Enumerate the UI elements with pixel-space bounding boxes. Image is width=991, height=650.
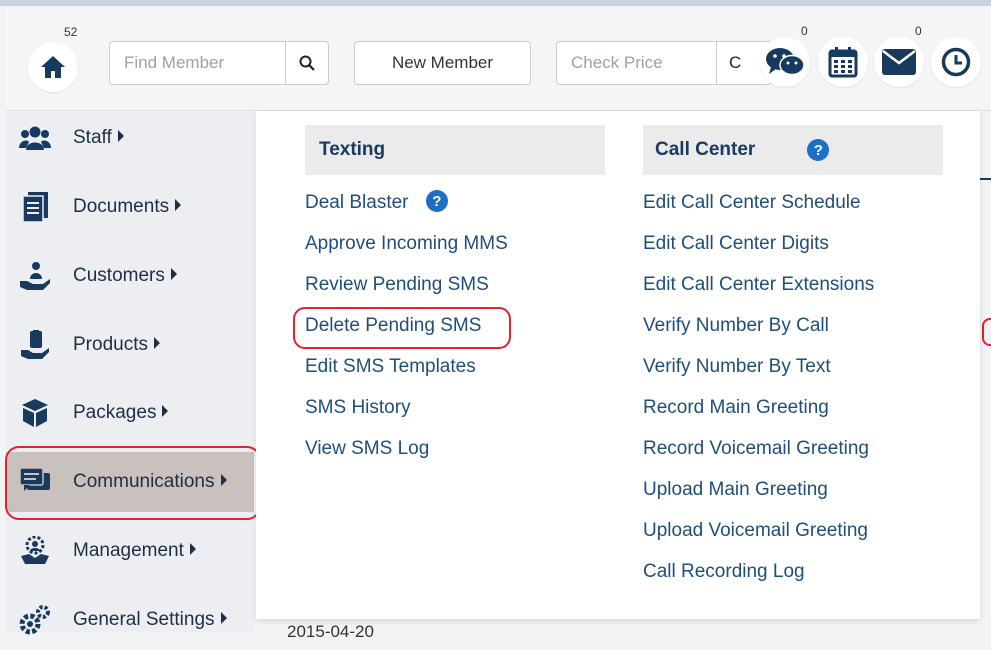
home-badge: 52 <box>64 25 78 39</box>
sidebar-item-management[interactable]: Management <box>6 521 254 581</box>
new-member-button[interactable]: New Member <box>354 41 531 85</box>
call-center-header-label: Call Center <box>655 139 756 160</box>
customer-hand-icon <box>19 260 51 292</box>
caret-right-icon <box>117 129 124 142</box>
deal-blaster-help-icon[interactable]: ? <box>425 190 448 212</box>
home-icon <box>41 56 65 78</box>
communications-highlight <box>5 446 261 520</box>
menu-item-upload-voicemail-greeting[interactable]: Upload Voicemail Greeting <box>643 520 868 542</box>
menu-item-verify-number-by-call[interactable]: Verify Number By Call <box>643 315 829 337</box>
package-icon <box>19 397 51 429</box>
texting-header: Texting <box>305 125 605 175</box>
calendar-button[interactable] <box>818 37 868 87</box>
sidebar-item-documents[interactable]: Documents <box>6 177 254 237</box>
gears-icon <box>19 604 51 636</box>
menu-item-call-recording-log[interactable]: Call Recording Log <box>643 561 805 583</box>
menu-item-verify-number-by-text[interactable]: Verify Number By Text <box>643 356 831 378</box>
sidebar-item-customers[interactable]: Customers <box>6 246 254 306</box>
sidebar-item-label: Customers <box>73 265 177 287</box>
find-member-group: Find Member <box>109 41 329 85</box>
chat-badge: 0 <box>801 24 808 38</box>
call-center-help-icon[interactable]: ? <box>807 139 830 161</box>
clock-icon <box>941 47 971 77</box>
menu-item-edit-sms-templates[interactable]: Edit SMS Templates <box>305 356 476 378</box>
menu-item-approve-incoming-mms[interactable]: Approve Incoming MMS <box>305 233 508 255</box>
history-button[interactable] <box>931 37 981 87</box>
check-price-group: Check Price C <box>556 41 772 85</box>
chat-button[interactable] <box>760 37 810 87</box>
background-fragment <box>980 230 991 246</box>
background-date: 2015-04-20 <box>287 622 374 641</box>
communications-dropdown: Texting Call Center ? Deal Blaster ? App… <box>256 111 980 619</box>
menu-item-upload-main-greeting[interactable]: Upload Main Greeting <box>643 479 828 501</box>
menu-item-record-voicemail-greeting[interactable]: Record Voicemail Greeting <box>643 438 869 460</box>
sidebar-item-packages[interactable]: Packages <box>6 383 254 443</box>
sidebar: Staff Documents Customers Products Packa… <box>6 108 254 635</box>
delete-pending-sms-highlight <box>293 307 511 349</box>
caret-right-icon <box>189 542 196 555</box>
menu-item-view-sms-log[interactable]: View SMS Log <box>305 438 429 460</box>
sidebar-item-label: General Settings <box>73 609 227 631</box>
mail-badge: 0 <box>915 24 922 38</box>
sidebar-item-staff[interactable]: Staff <box>6 108 254 168</box>
caret-right-icon <box>153 336 160 349</box>
handshake-icon <box>19 535 51 567</box>
call-center-header: Call Center ? <box>643 125 943 175</box>
caret-right-icon <box>175 198 182 211</box>
menu-item-sms-history[interactable]: SMS History <box>305 397 411 419</box>
menu-item-review-pending-sms[interactable]: Review Pending SMS <box>305 274 489 296</box>
home-button[interactable] <box>28 42 78 92</box>
users-icon <box>19 122 51 154</box>
sidebar-item-label: Staff <box>73 127 124 149</box>
caret-right-icon <box>170 267 177 280</box>
wechat-icon <box>766 48 805 76</box>
check-price-input[interactable]: Check Price <box>557 42 716 84</box>
sidebar-item-products[interactable]: Products <box>6 315 254 375</box>
document-icon <box>19 191 51 223</box>
background-red-mark <box>982 318 991 346</box>
envelope-icon <box>882 49 916 75</box>
background-underline <box>980 178 991 180</box>
mail-button[interactable] <box>874 37 924 87</box>
menu-item-deal-blaster[interactable]: Deal Blaster ? <box>305 190 448 214</box>
caret-right-icon <box>162 404 169 417</box>
menu-item-edit-call-center-digits[interactable]: Edit Call Center Digits <box>643 233 829 255</box>
top-toolbar: 52 Find Member New Member Check Price C … <box>6 6 991 111</box>
sidebar-item-label: Packages <box>73 402 169 424</box>
sidebar-item-label: Products <box>73 334 160 356</box>
sidebar-item-label: Management <box>73 540 196 562</box>
sidebar-item-label: Documents <box>73 196 182 218</box>
caret-right-icon <box>220 611 227 624</box>
menu-item-edit-call-center-schedule[interactable]: Edit Call Center Schedule <box>643 192 861 214</box>
sidebar-item-general-settings[interactable]: General Settings <box>6 590 254 650</box>
calendar-icon <box>828 47 858 78</box>
menu-item-edit-call-center-extensions[interactable]: Edit Call Center Extensions <box>643 274 874 296</box>
search-icon <box>299 55 315 71</box>
find-member-input[interactable]: Find Member <box>110 42 285 84</box>
find-member-search-button[interactable] <box>285 42 328 84</box>
texting-header-label: Texting <box>319 139 386 160</box>
menu-item-record-main-greeting[interactable]: Record Main Greeting <box>643 397 829 419</box>
product-hand-icon <box>19 329 51 361</box>
